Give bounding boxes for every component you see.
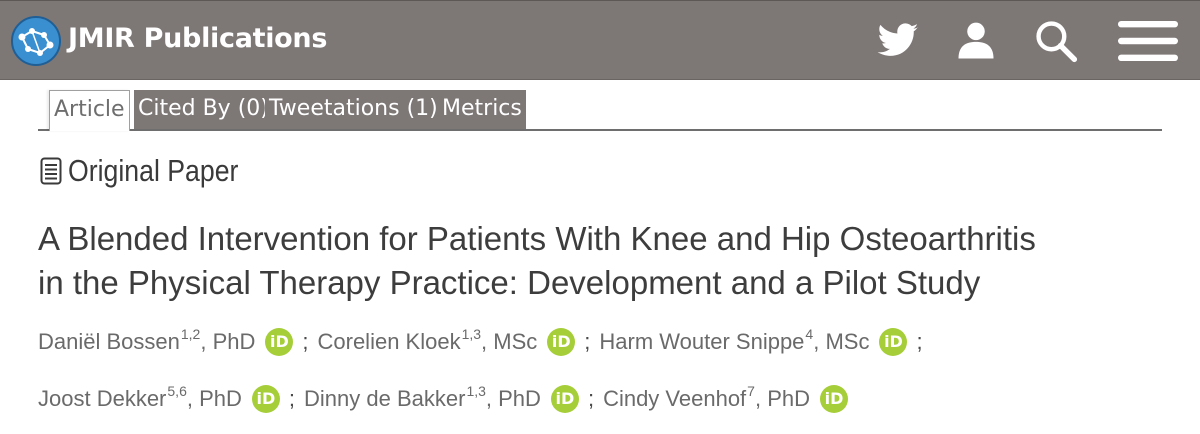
author-separator: ; [584,329,591,354]
tab-tweetations[interactable]: Tweetations (1) [265,90,442,129]
author-list-row-1: Daniël Bossen 1,2, PhD iD ; Corelien Kloe… [38,322,1178,362]
author-name[interactable]: Dinny de Bakker [304,386,465,412]
author-degree: , PhD [754,386,810,411]
twitter-icon[interactable] [876,19,920,63]
orcid-icon[interactable]: iD [251,385,280,413]
author-degree: , PhD [485,386,541,411]
author-name[interactable]: Joost Dekker [38,386,166,412]
orcid-icon[interactable]: iD [820,385,848,413]
author-name[interactable]: Daniël Bossen [38,329,180,355]
menu-icon[interactable] [1118,19,1178,63]
author-name[interactable]: Cindy Veenhof [603,386,746,412]
author-affiliation[interactable]: 1,2 [181,326,200,342]
author-degree: , PhD [186,386,242,411]
article-tabs: Article Cited By (0) Tweetations (1) Met… [38,88,1162,131]
author-degree: , MSc [481,329,538,354]
search-icon[interactable] [1034,19,1078,63]
orcid-icon[interactable]: iD [550,385,579,413]
author-separator: ; [916,329,923,354]
jmir-logo-icon[interactable] [10,15,62,67]
author-name[interactable]: Corelien Kloek [318,329,461,355]
author-degree: , PhD [200,329,256,354]
author-degree: , MSc [813,329,870,354]
author-separator: ; [587,386,595,411]
author-affiliation[interactable]: 1,3 [462,326,481,342]
author-item[interactable]: Harm Wouter Snippe 4, MSc iD [599,326,908,356]
author-item[interactable]: Daniël Bossen 1,2, PhD iD [38,326,294,356]
author-item[interactable]: Dinny de Bakker 1,3, PhD iD [304,383,579,413]
author-affiliation[interactable]: 1,3 [466,383,485,399]
brand-name[interactable]: JMIR Publications [68,23,327,54]
article-title-line-1: A Blended Intervention for Patients With… [38,220,1036,257]
author-list-row-2: Joost Dekker 5,6, PhD iD ; Dinny de Bakke… [38,379,1178,419]
author-separator: ; [288,386,296,411]
tab-article[interactable]: Article [49,90,130,131]
author-affiliation[interactable]: 7 [747,383,755,399]
author-item[interactable]: Cindy Veenhof 7, PhD iD [603,383,848,413]
author-affiliation[interactable]: 4 [805,326,813,342]
author-item[interactable]: Joost Dekker 5,6, PhD iD [38,383,280,413]
tab-metrics[interactable]: Metrics [438,90,526,129]
article-title: A Blended Intervention for Patients With… [38,217,1178,305]
tab-cited-by[interactable]: Cited By (0) [134,90,273,129]
document-icon [40,157,62,185]
article-title-line-2: in the Physical Therapy Practice: Develo… [38,264,981,301]
paper-type-label: Original Paper [68,153,239,188]
orcid-icon[interactable]: iD [879,328,908,356]
paper-type: Original Paper [40,151,266,191]
user-icon[interactable] [955,19,997,63]
top-bar: JMIR Publications [0,0,1200,80]
orcid-icon[interactable]: iD [265,328,294,356]
author-affiliation[interactable]: 5,6 [167,383,186,399]
author-name[interactable]: Harm Wouter Snippe [599,329,804,355]
author-separator: ; [302,329,309,354]
author-item[interactable]: Corelien Kloek 1,3, MSc iD [318,326,576,356]
orcid-icon[interactable]: iD [547,328,576,356]
